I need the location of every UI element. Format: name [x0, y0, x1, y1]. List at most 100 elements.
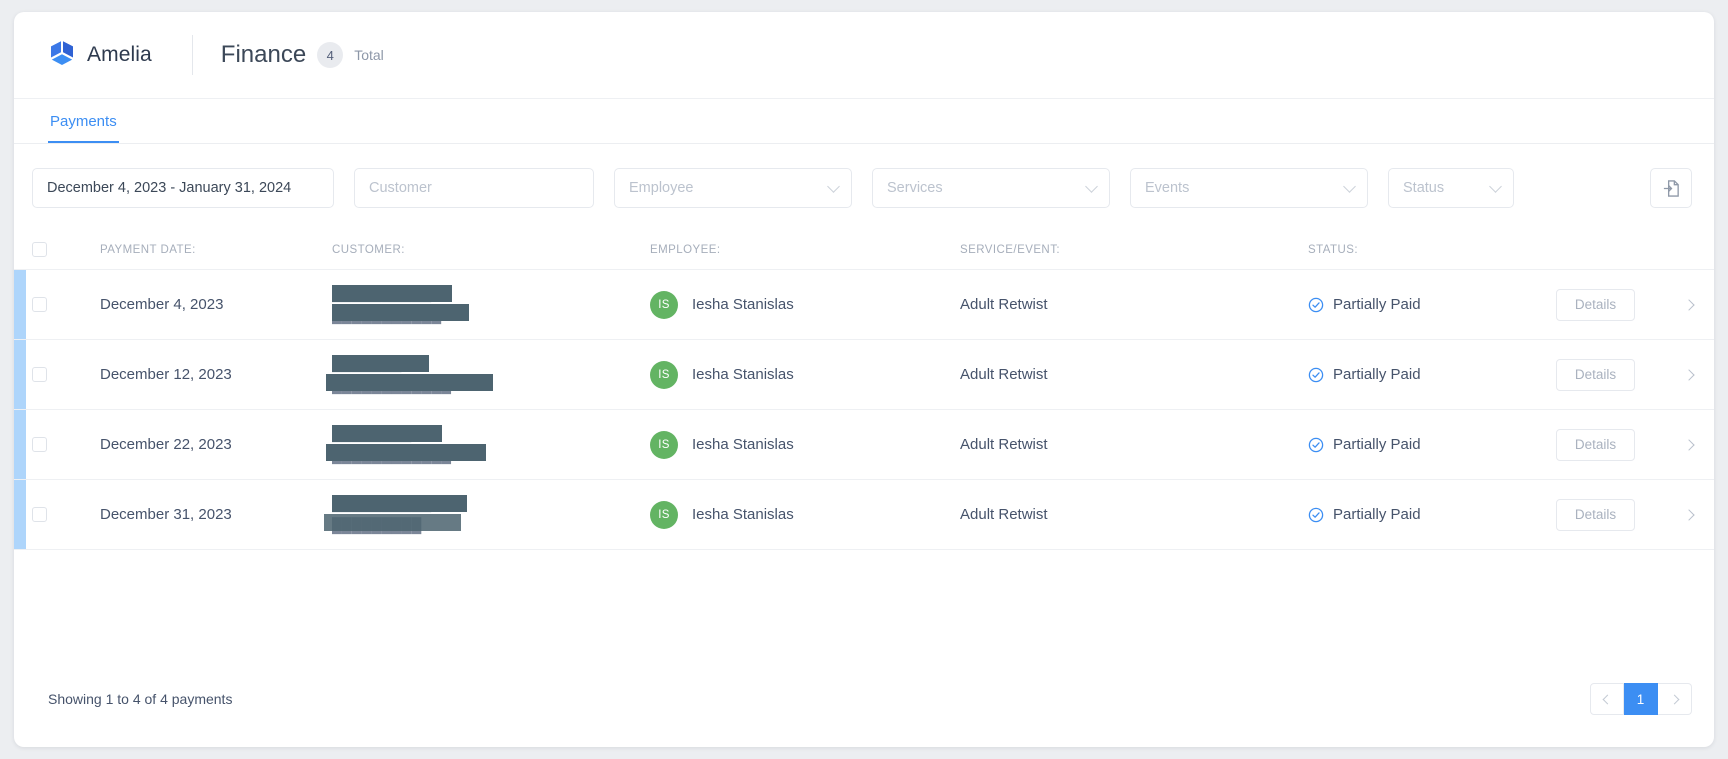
status-badge: Partially Paid — [1308, 366, 1556, 383]
employee-info: IS Iesha Stanislas — [650, 290, 960, 319]
row-checkbox[interactable] — [32, 507, 47, 522]
table-row[interactable]: December 4, 2023█████████████████████ISI… — [14, 270, 1714, 340]
cell-status: Partially Paid — [1308, 366, 1556, 383]
header-payment-date[interactable]: PAYMENT DATE: — [100, 244, 332, 256]
employee-info: IS Iesha Stanislas — [650, 430, 960, 459]
select-all-checkbox[interactable] — [32, 242, 47, 257]
details-button[interactable]: Details — [1556, 288, 1635, 321]
cell-service-event: Adult Retwist — [960, 296, 1048, 313]
brand[interactable]: Amelia — [36, 40, 152, 70]
app-header: Amelia Finance 4 Total — [14, 12, 1714, 99]
chevron-down-icon — [1489, 180, 1502, 193]
finance-app-window: Amelia Finance 4 Total Payments December… — [14, 12, 1714, 747]
chevron-right-icon — [1669, 694, 1680, 704]
chevron-down-icon — [827, 180, 840, 193]
cell-expand[interactable] — [1664, 508, 1714, 521]
brand-name: Amelia — [87, 43, 152, 66]
redaction-bar-1 — [332, 425, 442, 442]
filter-bar: December 4, 2023 - January 31, 2024 Cust… — [14, 144, 1714, 230]
header-service-event[interactable]: SERVICE/EVENT: — [960, 244, 1308, 256]
export-button[interactable] — [1650, 168, 1692, 208]
select-all-cell — [32, 242, 100, 257]
pagination: 1 — [1590, 683, 1692, 715]
customer-filter-input[interactable]: Customer — [354, 168, 594, 208]
events-filter-select[interactable]: Events — [1130, 168, 1368, 208]
services-filter-placeholder: Services — [887, 180, 943, 196]
redaction-bar-1 — [332, 285, 452, 302]
cell-employee: IS Iesha Stanislas — [650, 360, 960, 389]
row-checkbox[interactable] — [32, 367, 47, 382]
details-button[interactable]: Details — [1556, 358, 1635, 391]
tab-payments[interactable]: Payments — [48, 113, 119, 143]
events-filter-placeholder: Events — [1145, 180, 1190, 196]
row-checkbox[interactable] — [32, 297, 47, 312]
details-button[interactable]: Details — [1556, 428, 1635, 461]
row-select-cell — [32, 437, 100, 452]
cell-payment-date: December 4, 2023 — [100, 296, 224, 313]
cell-service-event: Adult Retwist — [960, 436, 1048, 453]
table-footer: Showing 1 to 4 of 4 payments 1 — [14, 651, 1714, 747]
employee-name: Iesha Stanislas — [692, 366, 794, 383]
customer-redacted: ████████████████████ — [326, 424, 650, 465]
row-checkbox[interactable] — [32, 437, 47, 452]
pagination-prev-button[interactable] — [1590, 683, 1624, 715]
page-title-wrap: Finance 4 Total — [221, 41, 384, 69]
chevron-right-icon — [1683, 298, 1695, 311]
avatar: IS — [650, 360, 678, 389]
chevron-down-icon — [1343, 180, 1356, 193]
cell-expand[interactable] — [1664, 438, 1714, 451]
status-filter-select[interactable]: Status — [1388, 168, 1514, 208]
customer-redacted: ███████████████████ — [324, 494, 650, 535]
partially-paid-check-icon — [1308, 297, 1324, 312]
header-employee[interactable]: EMPLOYEE: — [650, 244, 960, 256]
redaction-bar-1 — [332, 355, 429, 372]
table-row[interactable]: December 31, 2023 ███████████████████IS Ie… — [14, 480, 1714, 550]
showing-count-text: Showing 1 to 4 of 4 payments — [48, 691, 233, 707]
chevron-left-icon — [1602, 694, 1612, 704]
employee-info: IS Iesha Stanislas — [650, 360, 960, 389]
partially-paid-check-icon — [1308, 437, 1324, 452]
cell-employee: IS Iesha Stanislas — [650, 290, 960, 319]
cell-status: Partially Paid — [1308, 436, 1556, 453]
table-row[interactable]: December 22, 2023 ████████████████████ISI… — [14, 410, 1714, 480]
table-row[interactable]: December 12, 2023 ███████████████████IS Ie… — [14, 340, 1714, 410]
total-count-badge: 4 — [317, 42, 344, 68]
cell-actions: Details — [1556, 428, 1664, 461]
redaction-bar-2 — [332, 304, 469, 321]
cell-actions: Details — [1556, 358, 1664, 391]
table-header-row: PAYMENT DATE: CUSTOMER: EMPLOYEE: SERVIC… — [14, 230, 1714, 270]
employee-name: Iesha Stanislas — [692, 296, 794, 313]
row-select-cell — [32, 297, 100, 312]
avatar: IS — [650, 290, 678, 319]
pagination-next-button[interactable] — [1658, 683, 1692, 715]
header-customer[interactable]: CUSTOMER: — [332, 244, 650, 256]
redaction-bar-1 — [332, 495, 467, 512]
cell-payment-date: December 22, 2023 — [100, 436, 232, 453]
chevron-right-icon — [1683, 508, 1695, 521]
employee-filter-placeholder: Employee — [629, 180, 694, 196]
amelia-cube-logo-icon — [51, 41, 73, 65]
cell-customer: ███████████████████ — [326, 354, 650, 395]
cell-customer: █████████████████████ — [332, 284, 650, 325]
date-range-value: December 4, 2023 - January 31, 2024 — [47, 180, 292, 196]
cell-employee: IS Iesha Stanislas — [650, 500, 960, 529]
details-button[interactable]: Details — [1556, 498, 1635, 531]
tab-bar: Payments — [14, 99, 1714, 144]
status-badge: Partially Paid — [1308, 506, 1556, 523]
cell-actions: Details — [1556, 288, 1664, 321]
pagination-page-1[interactable]: 1 — [1624, 683, 1658, 715]
row-select-cell — [32, 507, 100, 522]
partially-paid-check-icon — [1308, 507, 1324, 522]
cell-status: Partially Paid — [1308, 506, 1556, 523]
date-range-input[interactable]: December 4, 2023 - January 31, 2024 — [32, 168, 334, 208]
header-status[interactable]: STATUS: — [1308, 244, 1556, 256]
status-label: Partially Paid — [1333, 296, 1421, 313]
cell-payment-date: December 12, 2023 — [100, 366, 232, 383]
cell-expand[interactable] — [1664, 368, 1714, 381]
employee-name: Iesha Stanislas — [692, 436, 794, 453]
page-title: Finance — [220, 41, 307, 68]
services-filter-select[interactable]: Services — [872, 168, 1110, 208]
status-badge: Partially Paid — [1308, 436, 1556, 453]
cell-expand[interactable] — [1664, 298, 1714, 311]
employee-filter-select[interactable]: Employee — [614, 168, 852, 208]
